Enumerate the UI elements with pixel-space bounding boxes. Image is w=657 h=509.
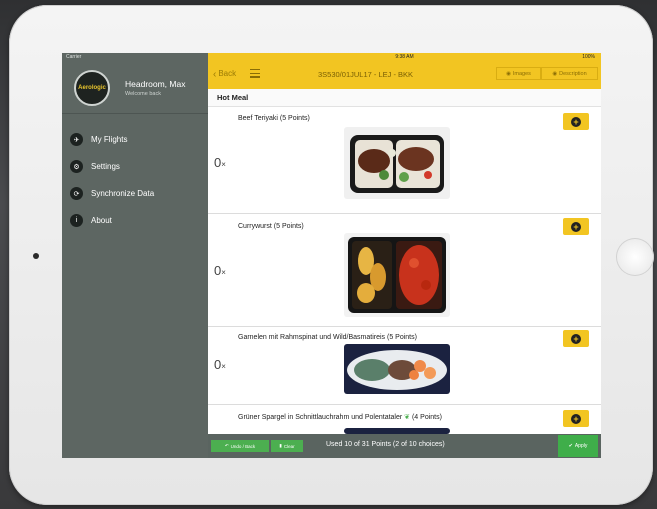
back-label: Back	[218, 69, 237, 78]
clear-label: Clear	[283, 443, 295, 449]
gear-icon: ⚙	[70, 160, 83, 173]
meal-image	[344, 127, 450, 199]
top-bar: 9:38 AM 100% ‹ Back 3S530/01JUL17 - LEJ -…	[208, 53, 601, 89]
eye-icon: ◉	[506, 70, 511, 77]
qty-suffix: ×	[221, 362, 226, 371]
description-button[interactable]: ◉ Description	[541, 67, 598, 80]
company-logo: Aerologic	[74, 70, 110, 106]
logo-text: Aerologic	[78, 85, 106, 91]
add-button[interactable]: +	[563, 330, 589, 347]
eye-icon: ◉	[552, 70, 558, 77]
images-button[interactable]: ◉ Images	[496, 67, 541, 80]
sidebar-item-label: Synchronize Data	[91, 189, 155, 198]
app-screen: Carrier Aerologic Headroom, Max Welcome …	[62, 53, 601, 458]
quantity: 0×	[214, 357, 226, 372]
quantity: 0×	[214, 263, 226, 278]
trash-icon: ▮	[279, 443, 282, 448]
user-name: Headroom, Max	[125, 79, 186, 89]
sync-icon: ⟳	[70, 187, 83, 200]
qty-suffix: ×	[221, 268, 226, 277]
status-time: 9:38 AM	[395, 54, 414, 60]
meal-title-text: Grüner Spargel in Schnittlauchrahm und P…	[238, 414, 403, 421]
clear-button[interactable]: ▮ Clear	[271, 440, 303, 452]
qty-suffix: ×	[221, 160, 226, 169]
bottom-bar: ↶ Undo / Back ▮ Clear Used 10 of 31 Points…	[208, 434, 601, 458]
sidebar-item-settings[interactable]: ⚙ Settings	[62, 153, 208, 180]
add-button[interactable]: +	[563, 410, 589, 427]
camera-dot	[33, 253, 39, 259]
meal-title: Garnelen mit Rahmspinat und Wild/Basmati…	[238, 334, 417, 341]
add-button[interactable]: +	[563, 218, 589, 235]
flight-title: 3S530/01JUL17 - LEJ - BKK	[318, 70, 414, 79]
meal-points: (4 Points)	[410, 414, 442, 421]
meal-image	[344, 344, 450, 394]
sidebar: Carrier Aerologic Headroom, Max Welcome …	[62, 53, 208, 458]
chevron-left-icon: ‹	[213, 69, 217, 80]
menu-icon[interactable]	[250, 69, 260, 80]
info-icon: i	[70, 214, 83, 227]
home-button[interactable]	[616, 238, 654, 276]
list-item: Grüner Spargel in Schnittlauchrahm und P…	[208, 404, 601, 434]
sidebar-menu: ✈ My Flights ⚙ Settings ⟳ Synchronize Da…	[62, 126, 208, 234]
apply-button[interactable]: ✔ Apply	[558, 435, 598, 457]
points-summary: Used 10 of 31 Points (2 of 10 choices)	[326, 441, 445, 448]
sidebar-item-my-flights[interactable]: ✈ My Flights	[62, 126, 208, 153]
checkmark-icon: ✔	[568, 443, 573, 449]
battery-level: 100%	[582, 54, 595, 60]
undo-label: Undo / Back	[230, 443, 256, 449]
plus-icon: +	[571, 116, 581, 127]
carrier-label: Carrier	[66, 54, 82, 60]
meal-title: Beef Teriyaki (5 Points)	[238, 115, 310, 122]
meal-image	[344, 233, 450, 317]
plus-icon: +	[571, 413, 581, 424]
main-content: 9:38 AM 100% ‹ Back 3S530/01JUL17 - LEJ -…	[208, 53, 601, 458]
sidebar-item-about[interactable]: i About	[62, 207, 208, 234]
add-button[interactable]: +	[563, 113, 589, 130]
airplane-icon: ✈	[70, 133, 83, 146]
undo-icon: ↶	[224, 443, 229, 448]
vegetarian-icon: ❦	[402, 414, 411, 421]
plus-icon: +	[571, 333, 581, 344]
list-item: Garnelen mit Rahmspinat und Wild/Basmati…	[208, 326, 601, 405]
nav-bar: ‹ Back 3S530/01JUL17 - LEJ - BKK ◉ Images …	[208, 64, 601, 86]
quantity: 0×	[214, 155, 226, 170]
sidebar-item-label: My Flights	[91, 135, 128, 144]
images-label: Images	[512, 70, 531, 77]
plus-icon: +	[571, 221, 581, 232]
list-item: Currywurst (5 Points) 0× +	[208, 213, 601, 327]
user-header: Aerologic Headroom, Max Welcome back	[62, 65, 208, 114]
sidebar-item-label: About	[91, 216, 112, 225]
sidebar-item-synchronize[interactable]: ⟳ Synchronize Data	[62, 180, 208, 207]
description-label: Description	[559, 70, 587, 77]
sidebar-item-label: Settings	[91, 162, 120, 171]
back-button[interactable]: ‹ Back	[213, 69, 236, 80]
meal-title: Grüner Spargel in Schnittlauchrahm und P…	[238, 413, 442, 421]
status-bar: 9:38 AM 100%	[208, 53, 601, 63]
apply-label: Apply	[574, 443, 588, 449]
welcome-text: Welcome back	[125, 91, 161, 97]
list-item: Beef Teriyaki (5 Points) 0× +	[208, 107, 601, 214]
section-title: Hot Meal	[208, 89, 601, 107]
undo-back-button[interactable]: ↶ Undo / Back	[211, 440, 269, 452]
meal-title: Currywurst (5 Points)	[238, 223, 304, 230]
